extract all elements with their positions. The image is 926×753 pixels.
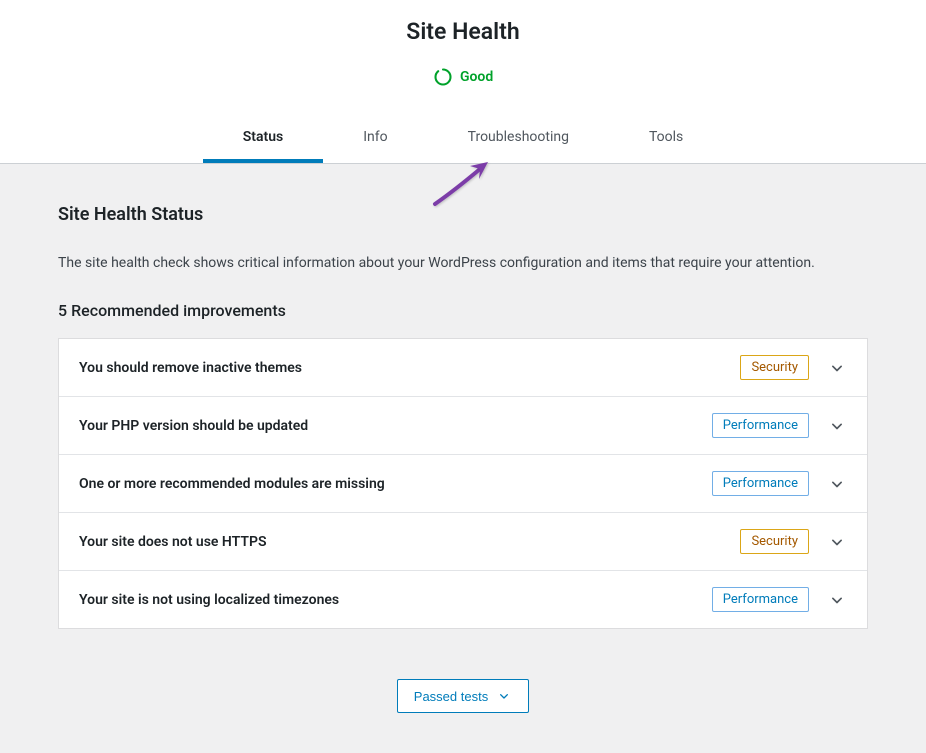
chevron-down-icon [827, 590, 847, 610]
tab-status[interactable]: Status [203, 115, 323, 163]
chevron-down-icon [827, 416, 847, 436]
improvement-row[interactable]: One or more recommended modules are miss… [59, 455, 867, 513]
badge-performance: Performance [712, 587, 809, 612]
improvements-panel: You should remove inactive themes Securi… [58, 338, 868, 629]
improvements-subheading: 5 Recommended improvements [58, 301, 868, 320]
chevron-down-icon [827, 474, 847, 494]
badge-performance: Performance [712, 413, 809, 438]
section-heading: Site Health Status [58, 204, 868, 225]
badge-security: Security [740, 355, 809, 380]
improvement-row[interactable]: Your site does not use HTTPS Security [59, 513, 867, 571]
tab-troubleshooting[interactable]: Troubleshooting [428, 115, 609, 163]
improvement-title: One or more recommended modules are miss… [79, 476, 712, 492]
status-label: Good [460, 69, 493, 85]
status-circle-icon [433, 67, 453, 87]
improvement-row[interactable]: Your PHP version should be updated Perfo… [59, 397, 867, 455]
badge-performance: Performance [712, 471, 809, 496]
improvement-title: Your site is not using localized timezon… [79, 592, 712, 608]
status-indicator: Good [0, 57, 926, 115]
improvement-title: Your site does not use HTTPS [79, 534, 740, 550]
passed-tests-button[interactable]: Passed tests [397, 679, 529, 713]
badge-security: Security [740, 529, 809, 554]
improvement-title: Your PHP version should be updated [79, 418, 712, 434]
tab-info[interactable]: Info [323, 115, 427, 163]
chevron-down-icon [827, 532, 847, 552]
tab-tools[interactable]: Tools [609, 115, 723, 163]
tabs: Status Info Troubleshooting Tools [0, 115, 926, 163]
improvement-row[interactable]: You should remove inactive themes Securi… [59, 339, 867, 397]
improvement-row[interactable]: Your site is not using localized timezon… [59, 571, 867, 628]
page-title: Site Health [0, 0, 926, 57]
chevron-down-icon [827, 358, 847, 378]
passed-tests-label: Passed tests [414, 689, 488, 704]
chevron-down-icon [496, 688, 512, 704]
section-description: The site health check shows critical inf… [58, 255, 868, 271]
arrow-annotation [430, 160, 500, 210]
improvement-title: You should remove inactive themes [79, 360, 740, 376]
